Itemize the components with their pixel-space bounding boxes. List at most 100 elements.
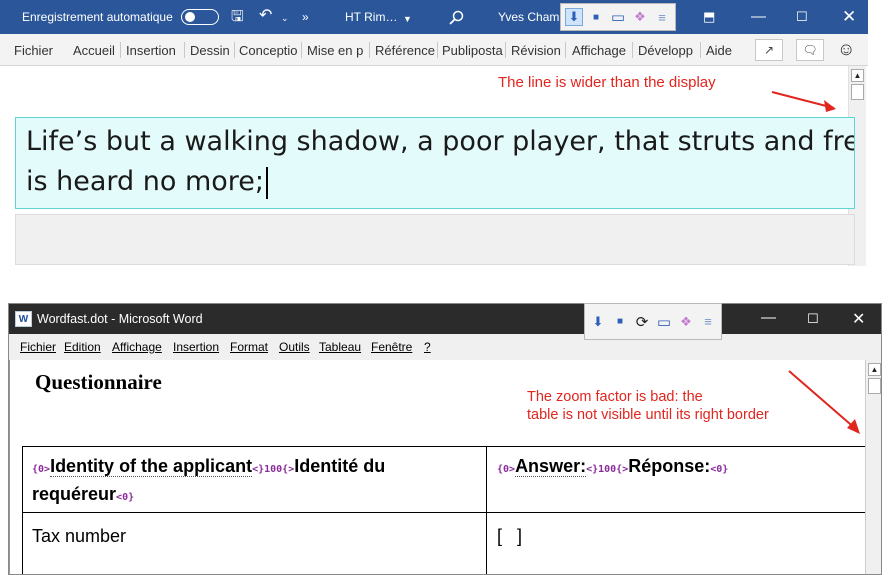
tag-close: <0} [710, 464, 729, 475]
tab-revision[interactable]: Révision [511, 43, 563, 58]
table-border-top [22, 446, 866, 447]
menu-affichage[interactable]: Affichage [112, 340, 162, 354]
palette-icon[interactable]: ❖ [677, 313, 695, 331]
window-title: Wordfast.dot - Microsoft Word [37, 312, 203, 326]
feedback-smiley-icon[interactable]: ☺ [837, 39, 855, 60]
tab-mise-en-page[interactable]: Mise en p [307, 43, 367, 58]
top-annotation: The line is wider than the display [498, 74, 716, 91]
minimize-icon[interactable]: — [761, 309, 776, 326]
cell-answer-checkbox[interactable]: [ ] [497, 524, 522, 548]
menu-lines-icon[interactable]: ≡ [653, 8, 671, 26]
vertical-scrollbar[interactable]: ▲ [865, 360, 881, 574]
comments-icon[interactable]: 🗨 [796, 39, 824, 61]
tab-divider [120, 42, 121, 58]
tab-divider [369, 42, 370, 58]
save-icon[interactable]: 🖫 [231, 9, 244, 24]
menu-insertion[interactable]: Insertion [173, 340, 219, 354]
scroll-thumb[interactable] [851, 84, 864, 100]
tab-accueil[interactable]: Accueil [73, 43, 119, 58]
word-app-icon: W [15, 311, 32, 327]
refresh-icon[interactable]: ⟳ [633, 313, 651, 331]
tab-references[interactable]: Référence [375, 43, 436, 58]
autosave-toggle[interactable] [181, 9, 219, 25]
red-arrow-top [771, 91, 836, 112]
cell-tax-number[interactable]: Tax number [32, 524, 126, 548]
table-border-col [486, 446, 487, 574]
word-classic-window: W Wordfast.dot - Microsoft Word — ☐ ✕ Fi… [8, 303, 882, 575]
close-icon[interactable]: ✕ [852, 309, 865, 329]
header-left-fr: Identité du [294, 456, 386, 476]
square-icon[interactable]: ■ [611, 313, 629, 331]
window-icon[interactable]: ▭ [655, 313, 673, 331]
menu-lines-icon[interactable]: ≡ [699, 313, 717, 331]
bottom-annotation-line-1: The zoom factor is bad: the [527, 389, 703, 405]
ribbon-tabs: Fichier Accueil Insertion Dessin Concept… [0, 34, 868, 66]
search-icon[interactable] [449, 10, 464, 25]
red-arrow-bottom [788, 370, 860, 434]
tab-fichier[interactable]: Fichier [14, 43, 54, 58]
menu-edition[interactable]: Edition [64, 340, 101, 354]
share-icon[interactable]: ↗ [755, 39, 783, 61]
user-name[interactable]: Yves Champ [498, 10, 566, 24]
table-border-left [22, 446, 23, 574]
scroll-up-icon[interactable]: ▲ [851, 69, 864, 82]
text-paragraph-box[interactable]: Life’s but a walking shadow, a poor play… [15, 117, 855, 209]
text-caret [266, 166, 268, 199]
minimize-icon[interactable]: — [751, 8, 766, 25]
close-icon[interactable]: ✕ [842, 7, 856, 27]
tab-divider [700, 42, 701, 58]
header-right-en: Answer: [515, 456, 587, 477]
table-border-mid [22, 512, 866, 513]
menu-bar: Fichier Edition Affichage Insertion Form… [9, 334, 881, 360]
scroll-thumb[interactable] [868, 378, 881, 394]
more-commands-icon[interactable]: » [302, 10, 309, 24]
download-arrow-icon[interactable]: ⬇ [565, 8, 583, 26]
tab-divider [565, 42, 566, 58]
menu-fichier[interactable]: Fichier [20, 340, 56, 354]
text-line-1: Life’s but a walking shadow, a poor play… [26, 126, 855, 157]
document-page[interactable]: Questionnaire {0>Identity of the applica… [9, 360, 867, 574]
tab-conception[interactable]: Conceptio [239, 43, 299, 58]
page-heading: Questionnaire [35, 370, 162, 394]
header-cell-right[interactable]: {0>Answer:<}100{>Réponse:<0} [497, 454, 867, 482]
maximize-icon[interactable]: ☐ [796, 9, 808, 25]
ribbon-display-icon[interactable]: ⬒ [703, 10, 715, 24]
scroll-up-icon[interactable]: ▲ [868, 363, 881, 376]
document-title[interactable]: HT Rim… [345, 10, 397, 24]
tab-publipostage[interactable]: Publiposta [442, 43, 503, 58]
text-line-2-wrapper: is heard no more; [26, 166, 268, 199]
title-bar: Enregistrement automatique 🖫 ↶ ⌄ » HT Ri… [0, 0, 868, 34]
square-icon[interactable]: ■ [587, 8, 605, 26]
download-arrow-icon[interactable]: ⬇ [589, 313, 607, 331]
header-left-fr-2: requéreur [32, 484, 117, 504]
tag-close: <0} [116, 492, 135, 503]
text-line-2: is heard no more; [26, 166, 265, 197]
menu-fenetre[interactable]: Fenêtre [371, 340, 412, 354]
tab-affichage[interactable]: Affichage [572, 43, 630, 58]
header-cell-left[interactable]: {0>Identity of the applicant<}100{>Ident… [32, 454, 482, 510]
menu-tableau[interactable]: Tableau [319, 340, 361, 354]
tab-dessin[interactable]: Dessin [190, 43, 232, 58]
tab-divider [632, 42, 633, 58]
title-dropdown-icon[interactable]: ▼ [403, 12, 412, 26]
tab-aide[interactable]: Aide [706, 43, 736, 58]
header-right-fr: Réponse: [628, 456, 711, 476]
tab-divider [234, 42, 235, 58]
menu-outils[interactable]: Outils [279, 340, 310, 354]
menu-format[interactable]: Format [230, 340, 268, 354]
tab-divider [437, 42, 438, 58]
undo-dropdown-icon[interactable]: ⌄ [281, 11, 289, 25]
header-left-en: Identity of the applicant [50, 456, 253, 477]
tag-mid: <}100{> [252, 464, 295, 475]
tab-insertion[interactable]: Insertion [126, 43, 182, 58]
floating-toolbar-top: ⬇ ■ ▭ ❖ ≡ [560, 3, 676, 31]
tag-open: {0> [32, 464, 51, 475]
undo-icon[interactable]: ↶ [259, 8, 272, 24]
tab-developpeur[interactable]: Développ [638, 43, 699, 58]
palette-icon[interactable]: ❖ [631, 8, 649, 26]
maximize-icon[interactable]: ☐ [807, 311, 819, 327]
empty-paragraph-box[interactable] [15, 214, 855, 265]
window-icon[interactable]: ▭ [609, 8, 627, 26]
menu-help[interactable]: ? [424, 340, 431, 354]
autosave-label: Enregistrement automatique [22, 10, 173, 24]
